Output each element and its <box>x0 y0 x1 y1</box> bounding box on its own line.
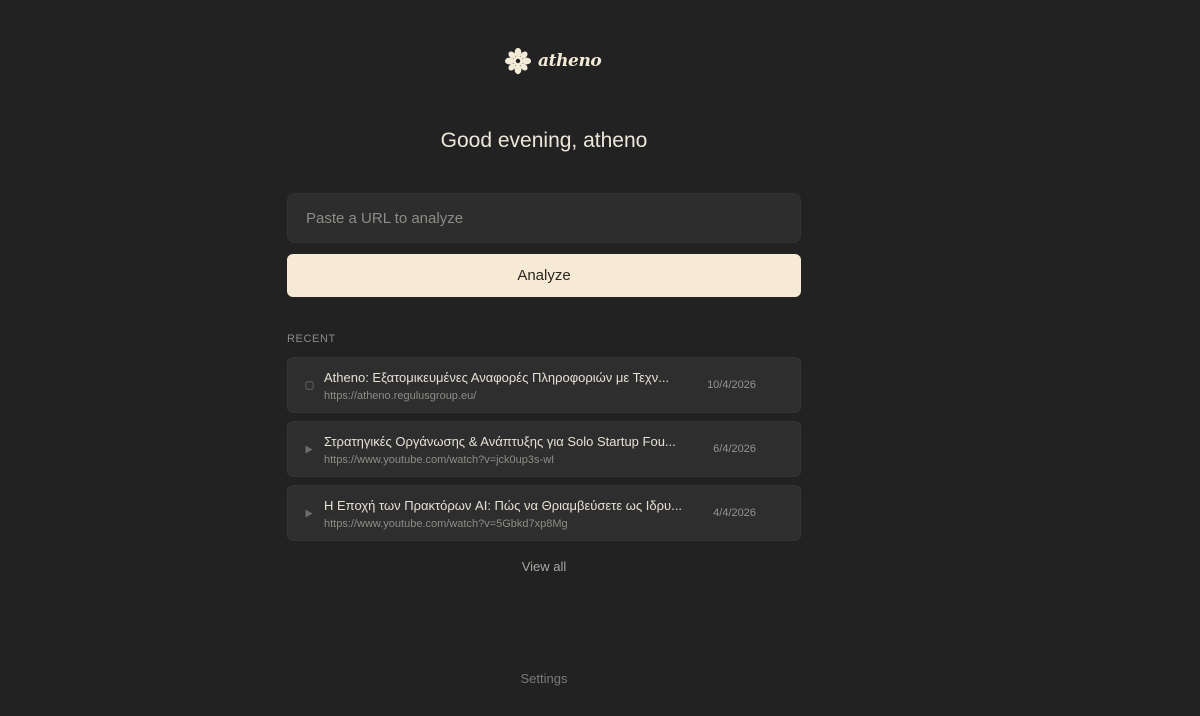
greeting-heading: Good evening, atheno <box>440 129 648 152</box>
recent-list: Atheno: Εξατομικευμένες Αναφορές Πληροφο… <box>287 357 801 549</box>
recent-item[interactable]: Atheno: Εξατομικευμένες Αναφορές Πληροφο… <box>287 357 801 413</box>
view-all-link[interactable]: View all <box>287 559 801 574</box>
settings-link[interactable]: Settings <box>287 671 801 686</box>
recent-item[interactable]: Η Εποχή των Πρακτόρων AI: Πώς να Θριαμβε… <box>287 485 801 541</box>
recent-heading: RECENT <box>287 333 336 345</box>
play-icon <box>303 443 315 455</box>
recent-item-title: Η Εποχή των Πρακτόρων AI: Πώς να Θριαμβε… <box>324 498 682 513</box>
recent-item-title: Atheno: Εξατομικευμένες Αναφορές Πληροφο… <box>324 370 670 385</box>
document-icon <box>303 379 315 391</box>
recent-item-url: https://www.youtube.com/watch?v=5Gbkd7xp… <box>324 518 568 530</box>
brand-logo: atheno <box>504 45 602 77</box>
app-page: atheno Good evening, atheno Analyze RECE… <box>0 0 1200 716</box>
recent-item-url: https://atheno.regulusgroup.eu/ <box>324 390 477 402</box>
recent-item-url: https://www.youtube.com/watch?v=jck0up3s… <box>324 454 555 466</box>
recent-item-date: 4/4/2026 <box>713 507 756 519</box>
analyze-button[interactable]: Analyze <box>287 254 801 297</box>
recent-item[interactable]: Στρατηγικές Οργάνωσης & Ανάπτυξης για So… <box>287 421 801 477</box>
recent-item-date: 6/4/2026 <box>713 443 756 455</box>
recent-item-date: 10/4/2026 <box>707 379 756 391</box>
flower-logo-icon <box>504 47 532 75</box>
play-icon <box>303 507 315 519</box>
recent-item-title: Στρατηγικές Οργάνωσης & Ανάπτυξης για So… <box>324 434 676 449</box>
url-input[interactable] <box>287 193 801 243</box>
brand-name: atheno <box>538 51 602 71</box>
